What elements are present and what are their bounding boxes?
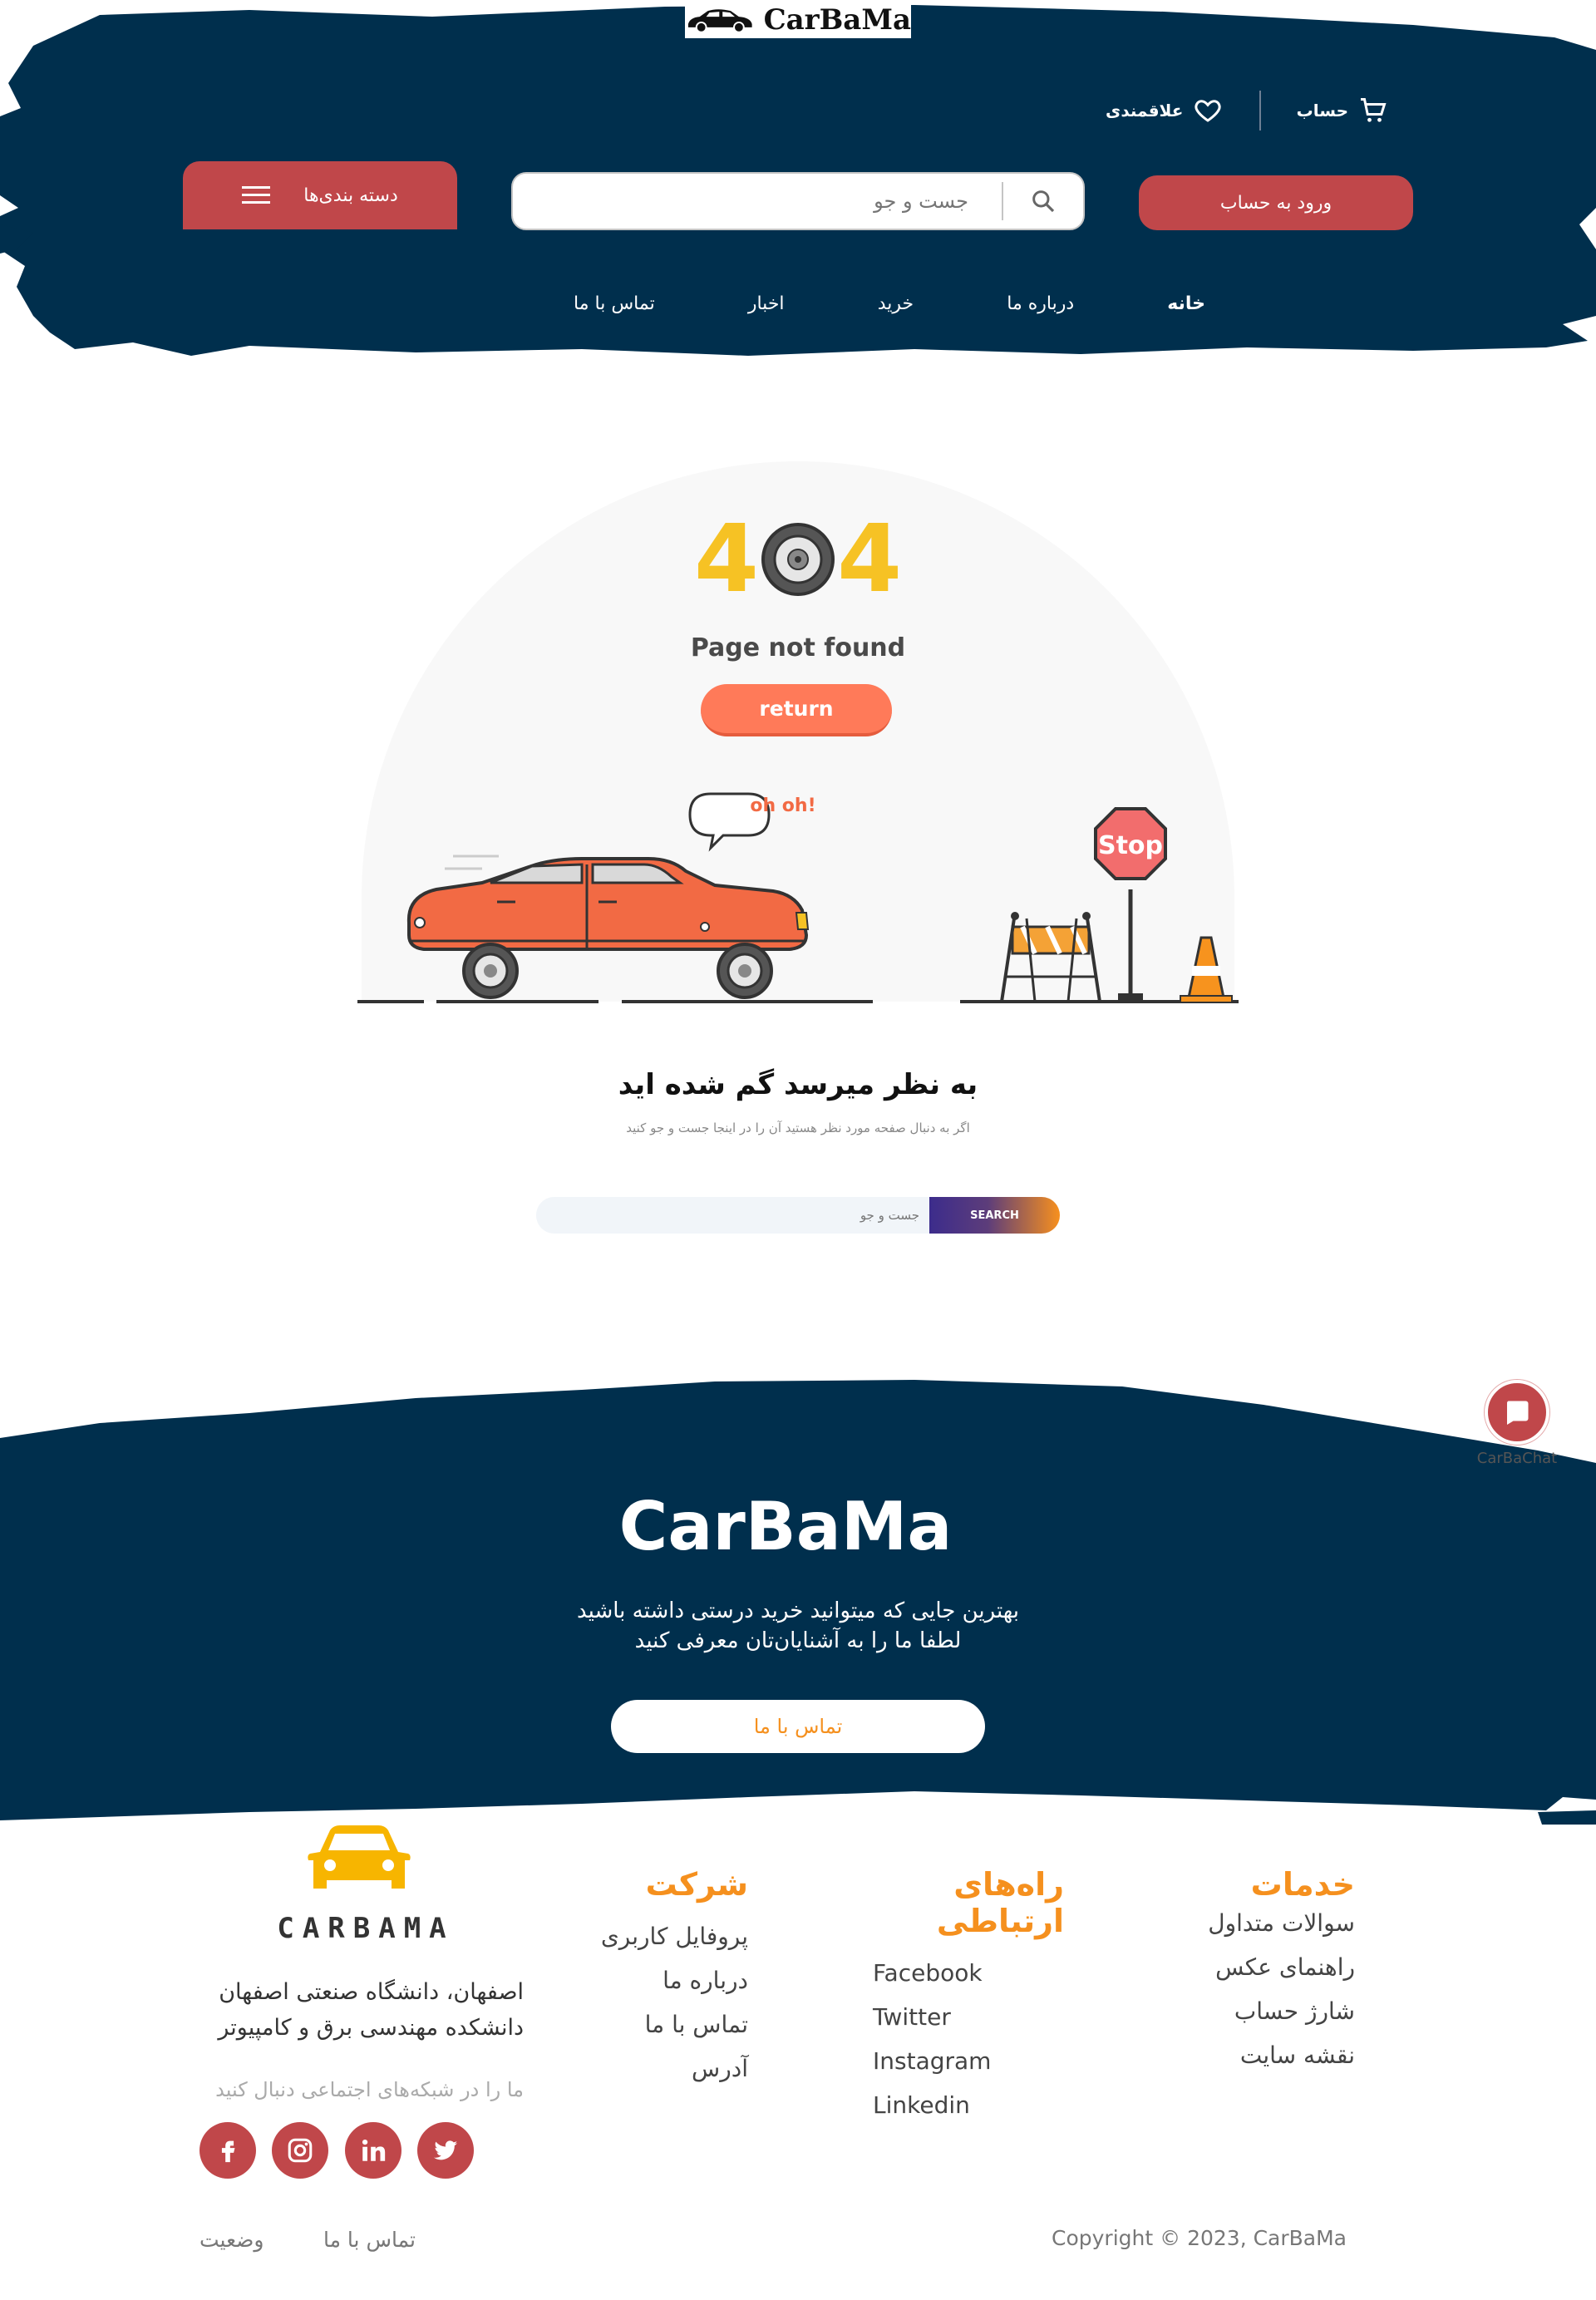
footer-link-about[interactable]: درباره ما <box>582 1967 748 1994</box>
return-button[interactable]: return <box>701 684 892 736</box>
lost-heading: به نظر میرسد گم شده اید <box>618 1068 978 1101</box>
chat-bubble-icon <box>1506 1401 1529 1425</box>
car-logo-icon <box>687 9 752 33</box>
stop-sign-text: Stop <box>1097 831 1164 860</box>
not-found-title: Page not found <box>690 633 906 662</box>
footer-bottom-links: تماس با ما وضعیت <box>200 2228 416 2261</box>
favorites-label: علاقمندی <box>1106 101 1184 121</box>
page-search-button[interactable]: SEARCH <box>929 1197 1060 1234</box>
page-search-input[interactable] <box>536 1197 929 1234</box>
header-divider <box>1259 91 1261 131</box>
nav-item-contact[interactable]: تماس با ما <box>574 293 655 314</box>
footer-address-line1: اصفهان، دانشگاه صنعتی اصفهان <box>219 1979 524 2005</box>
brand-logo[interactable]: CarBaMa <box>685 2 911 38</box>
twitter-link[interactable] <box>416 2122 474 2179</box>
band-contact-button[interactable]: تماس با ما <box>611 1700 985 1753</box>
footer-link-contact[interactable]: تماس با ما <box>582 2011 748 2038</box>
header-user-links: حساب علاقمندی <box>1106 90 1388 131</box>
error-digit-left: 4 <box>694 505 759 613</box>
bottom-link-contact[interactable]: تماس با ما <box>323 2228 416 2261</box>
nav-item-shop[interactable]: خرید <box>878 293 914 314</box>
linkedin-link[interactable] <box>344 2122 401 2179</box>
footer-column-services: خدمات سوالات متداول راهنمای عکس شارژ حسا… <box>1197 1866 1355 2086</box>
categories-label: دسته بندی‌ها <box>303 185 398 206</box>
speech-bubble-text: oh oh! <box>750 795 816 816</box>
footer-column-contact: راه‌های ارتباطی Facebook Twitter Instagr… <box>856 1866 1064 2135</box>
linkedin-icon <box>362 2139 385 2161</box>
menu-icon <box>242 186 271 204</box>
instagram-link[interactable] <box>272 2122 329 2179</box>
footer-link-profile[interactable]: پروفایل کاربری <box>582 1923 748 1950</box>
footer-follow-text: ما را در شبکه‌های اجتماعی دنبال کنید <box>215 2078 524 2101</box>
band-brand-name: CarBaMa <box>618 1488 953 1565</box>
social-links <box>200 2122 474 2179</box>
copyright-text: Copyright © 2023, CarBaMa <box>1052 2226 1347 2250</box>
error-digit-right: 4 <box>837 505 902 613</box>
footer-car-logo-icon <box>308 1825 411 1889</box>
band-tagline-line2: لطفا ما را به آشنایان‌تان معرفی کنید <box>634 1628 962 1654</box>
login-button[interactable]: ورود به حساب <box>1139 175 1413 230</box>
nav-item-news[interactable]: اخبار <box>748 293 785 314</box>
facebook-link[interactable] <box>200 2122 256 2179</box>
footer-link-facebook[interactable]: Facebook <box>873 1959 1064 1987</box>
footer-logo-text: CARBAMA <box>277 1912 455 1945</box>
footer-column-contact-title: راه‌های ارتباطی <box>936 1866 1064 1939</box>
main-nav: خانه درباره ما خرید اخبار تماس با ما <box>574 287 1205 320</box>
brand-name: CarBaMa <box>763 3 911 37</box>
error-code: 4 4 <box>694 505 902 613</box>
footer-address: اصفهان، دانشگاه صنعتی اصفهان دانشکده مهن… <box>191 1974 524 2046</box>
nav-item-home[interactable]: خانه <box>1167 293 1205 314</box>
facebook-icon <box>221 2140 235 2163</box>
account-label: حساب <box>1296 101 1348 121</box>
search-icon <box>1032 190 1055 213</box>
footer-column-company: شرکت پروفایل کاربری درباره ما تماس با ما… <box>582 1866 748 2099</box>
band-tagline: بهترین جایی که میتوانید خرید درستی داشته… <box>466 1596 1130 1657</box>
heart-icon <box>1195 100 1221 122</box>
nav-item-about[interactable]: درباره ما <box>1007 293 1074 314</box>
footer-link-instagram[interactable]: Instagram <box>873 2047 1064 2075</box>
lost-subheading: اگر به دنبال صفحه مورد نظر هستید آن را د… <box>626 1120 970 1135</box>
header-search <box>511 172 1085 230</box>
footer-address-line2: دانشکده مهندسی برق و کامپیوتر <box>218 2015 524 2041</box>
footer-link-faq[interactable]: سوالات متداول <box>1197 1909 1355 1937</box>
search-input[interactable] <box>513 174 1002 229</box>
chat-widget[interactable]: CarBaChat <box>1471 1380 1563 1467</box>
band-tagline-line1: بهترین جایی که میتوانید خرید درستی داشته… <box>576 1598 1020 1623</box>
twitter-icon <box>433 2140 458 2160</box>
chat-label: CarBaChat <box>1476 1450 1558 1467</box>
footer-link-photo-guide[interactable]: راهنمای عکس <box>1197 1953 1355 1981</box>
footer-column-company-title: شرکت <box>645 1866 748 1903</box>
account-link[interactable]: حساب <box>1297 96 1388 126</box>
chat-button[interactable] <box>1485 1380 1549 1445</box>
bottom-link-status[interactable]: وضعیت <box>200 2228 264 2261</box>
footer-link-linkedin[interactable]: Linkedin <box>873 2091 1064 2119</box>
tire-icon <box>761 523 835 596</box>
categories-button[interactable]: دسته بندی‌ها <box>183 161 457 229</box>
footer-link-address[interactable]: آدرس <box>582 2055 748 2082</box>
cart-icon <box>1361 98 1387 122</box>
footer-link-twitter[interactable]: Twitter <box>873 2003 1064 2031</box>
footer-column-services-title: خدمات <box>1250 1866 1355 1903</box>
favorites-link[interactable]: علاقمندی <box>1106 96 1223 126</box>
footer-link-account-charge[interactable]: شارژ حساب <box>1197 1997 1355 2025</box>
search-button[interactable] <box>1002 182 1083 220</box>
instagram-icon <box>288 2138 313 2163</box>
page-search: SEARCH <box>536 1197 1060 1234</box>
footer-link-sitemap[interactable]: نقشه سایت <box>1197 2041 1355 2069</box>
